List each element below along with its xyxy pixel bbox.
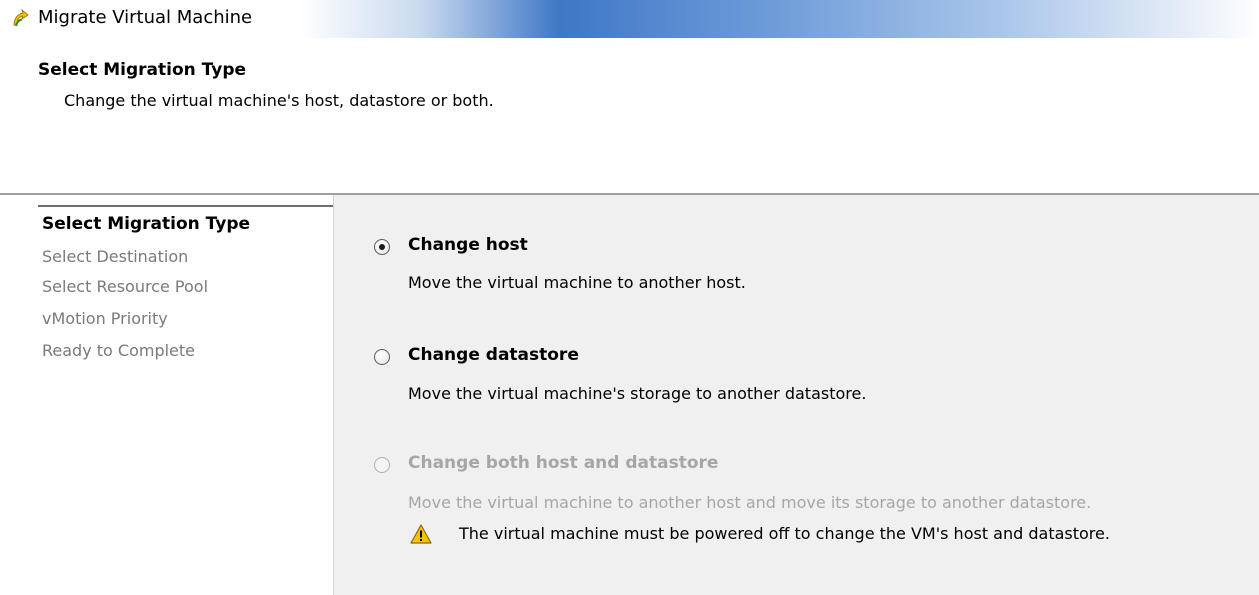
- warning-icon: [410, 524, 432, 544]
- step-select-resource-pool[interactable]: Select Resource Pool: [42, 277, 208, 296]
- change-host-label[interactable]: Change host: [408, 235, 528, 255]
- change-both-radio[interactable]: [374, 457, 390, 473]
- active-step-marker: [38, 205, 333, 207]
- change-host-radio[interactable]: [374, 239, 390, 255]
- warning-text: The virtual machine must be powered off …: [459, 524, 1110, 543]
- page-title: Select Migration Type: [38, 60, 247, 80]
- change-both-label[interactable]: Change both host and datastore: [408, 453, 718, 473]
- change-host-description: Move the virtual machine to another host…: [408, 273, 746, 292]
- page-subtitle: Change the virtual machine's host, datas…: [64, 91, 494, 110]
- step-ready-to-complete[interactable]: Ready to Complete: [42, 341, 195, 360]
- step-select-migration-type[interactable]: Select Migration Type: [42, 214, 250, 234]
- step-vmotion-priority[interactable]: vMotion Priority: [42, 309, 168, 328]
- change-both-description: Move the virtual machine to another host…: [408, 493, 1092, 512]
- vm-migrate-icon: [13, 9, 29, 27]
- migration-type-panel: Change host Move the virtual machine to …: [333, 195, 1259, 595]
- window-title: Migrate Virtual Machine: [38, 7, 253, 28]
- change-datastore-radio[interactable]: [374, 349, 390, 365]
- title-bar[interactable]: Migrate Virtual Machine: [0, 0, 1259, 38]
- radio-selected-dot: [379, 244, 385, 250]
- change-datastore-label[interactable]: Change datastore: [408, 345, 579, 365]
- change-datastore-description: Move the virtual machine's storage to an…: [408, 384, 867, 403]
- wizard-steps-sidebar: Select Migration Type Select Destination…: [0, 195, 333, 595]
- step-select-destination[interactable]: Select Destination: [42, 247, 188, 266]
